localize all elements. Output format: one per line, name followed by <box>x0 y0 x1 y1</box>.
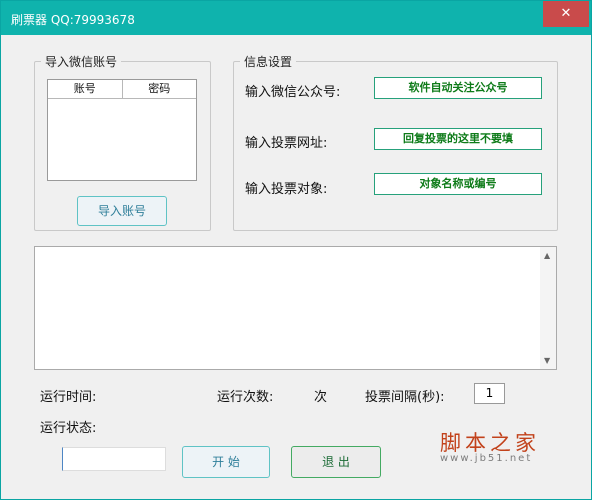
wechat-account-field[interactable]: 软件自动关注公众号 <box>374 77 542 99</box>
account-list-header: 账号 密码 <box>48 80 196 99</box>
app-window: 刷票器 QQ:79993678 ✕ 导入微信账号 账号 密码 导入账号 信息设置… <box>0 0 592 500</box>
import-account-group: 导入微信账号 账号 密码 导入账号 <box>34 53 211 231</box>
column-password[interactable]: 密码 <box>123 80 197 98</box>
log-textarea[interactable]: ▲ ▼ <box>34 246 557 370</box>
import-account-group-title: 导入微信账号 <box>41 53 122 70</box>
exit-button[interactable]: 退 出 <box>291 446 381 478</box>
vote-interval-input[interactable]: 1 <box>474 383 505 404</box>
watermark-url: www.jb51.net <box>440 453 533 464</box>
run-status-label: 运行状态: <box>40 421 97 436</box>
title-bar: 刷票器 QQ:79993678 ✕ <box>1 1 591 35</box>
vote-target-field[interactable]: 对象名称或编号 <box>374 173 542 195</box>
close-button[interactable]: ✕ <box>543 1 589 27</box>
vote-url-label: 输入投票网址: <box>245 136 328 151</box>
info-settings-group-title: 信息设置 <box>240 53 297 70</box>
scroll-down-icon[interactable]: ▼ <box>544 356 550 365</box>
import-account-button[interactable]: 导入账号 <box>77 196 167 226</box>
run-status-field[interactable] <box>62 447 166 471</box>
vote-url-field[interactable]: 回复投票的这里不要填 <box>374 128 542 150</box>
window-title: 刷票器 QQ:79993678 <box>11 13 135 27</box>
run-count-label: 运行次数: <box>217 390 274 405</box>
log-scrollbar[interactable]: ▲ ▼ <box>540 247 556 369</box>
run-count-unit: 次 <box>314 390 328 405</box>
start-button[interactable]: 开 始 <box>182 446 270 478</box>
vote-target-label: 输入投票对象: <box>245 182 328 197</box>
account-list[interactable]: 账号 密码 <box>47 79 197 181</box>
vote-interval-label: 投票间隔(秒): <box>365 390 445 405</box>
run-time-label: 运行时间: <box>40 390 97 405</box>
scroll-up-icon[interactable]: ▲ <box>544 251 550 260</box>
close-icon: ✕ <box>560 6 572 21</box>
wechat-account-label: 输入微信公众号: <box>245 85 341 100</box>
column-account[interactable]: 账号 <box>48 80 123 98</box>
